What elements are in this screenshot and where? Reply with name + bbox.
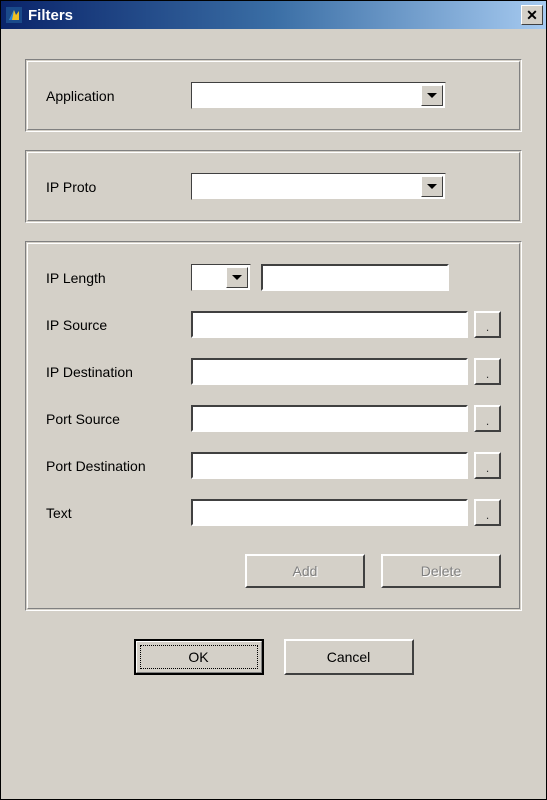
app-icon: [5, 6, 23, 24]
text-input[interactable]: [191, 499, 468, 526]
group-application: Application: [25, 59, 522, 132]
ipproto-combo[interactable]: [191, 173, 446, 200]
ipproto-value: [192, 174, 419, 199]
portsource-input[interactable]: [191, 405, 468, 432]
dialog-actions: OK Cancel: [25, 639, 522, 675]
ipdest-browse-button[interactable]: .: [474, 358, 501, 385]
text-browse-button[interactable]: .: [474, 499, 501, 526]
titlebar: Filters ✕: [1, 1, 546, 29]
chevron-down-icon: [421, 176, 443, 197]
iplength-label: IP Length: [46, 270, 191, 286]
ipsource-label: IP Source: [46, 317, 191, 333]
application-label: Application: [46, 88, 191, 104]
group-fields: IP Length IP Source . IP Destination .: [25, 241, 522, 611]
portdest-browse-button[interactable]: .: [474, 452, 501, 479]
chevron-down-icon: [226, 267, 248, 288]
iplength-input[interactable]: [261, 264, 449, 291]
ipsource-input[interactable]: [191, 311, 468, 338]
portdest-input[interactable]: [191, 452, 468, 479]
iplength-op-combo[interactable]: [191, 264, 251, 291]
ipdest-input[interactable]: [191, 358, 468, 385]
portsource-label: Port Source: [46, 411, 191, 427]
group-ipproto: IP Proto: [25, 150, 522, 223]
ipsource-browse-button[interactable]: .: [474, 311, 501, 338]
ipdest-label: IP Destination: [46, 364, 191, 380]
delete-button[interactable]: Delete: [381, 554, 501, 588]
chevron-down-icon: [421, 85, 443, 106]
application-combo[interactable]: [191, 82, 446, 109]
filters-dialog: Filters ✕ Application IP Proto: [0, 0, 547, 800]
application-value: [192, 83, 419, 108]
portdest-label: Port Destination: [46, 458, 191, 474]
close-button[interactable]: ✕: [521, 5, 543, 25]
add-button[interactable]: Add: [245, 554, 365, 588]
cancel-button[interactable]: Cancel: [284, 639, 414, 675]
text-label: Text: [46, 505, 191, 521]
portsource-browse-button[interactable]: .: [474, 405, 501, 432]
iplength-op-value: [192, 265, 224, 290]
ok-button[interactable]: OK: [134, 639, 264, 675]
window-title: Filters: [28, 7, 521, 24]
close-icon: ✕: [526, 7, 538, 24]
dialog-body: Application IP Proto: [1, 29, 546, 799]
ipproto-label: IP Proto: [46, 179, 191, 195]
